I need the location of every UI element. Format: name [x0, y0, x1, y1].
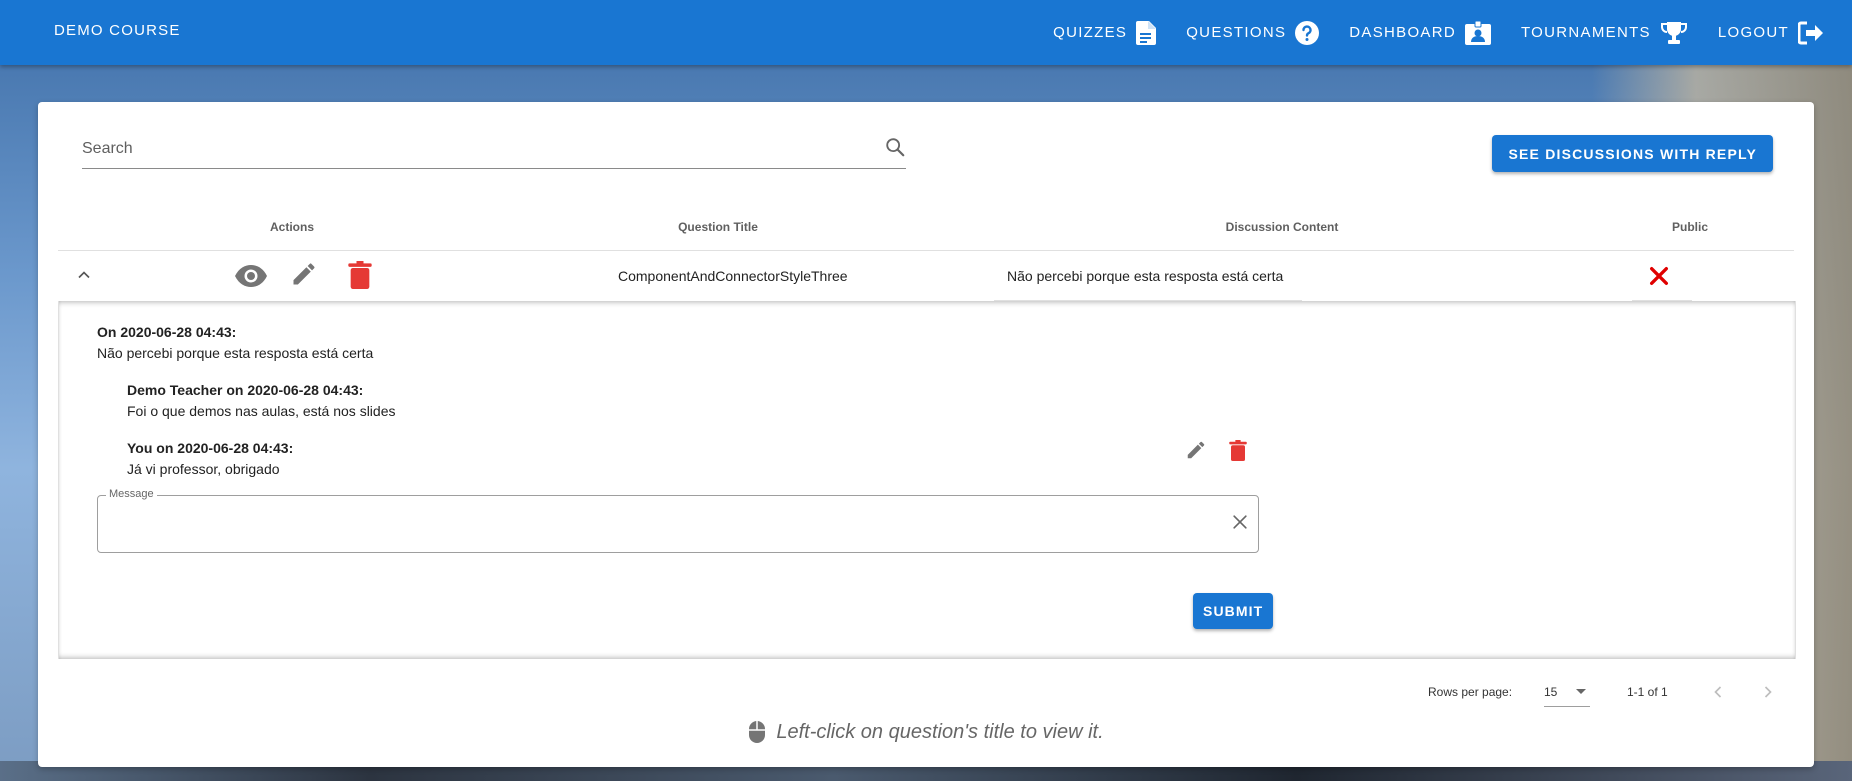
nav-questions-label: QUESTIONS	[1186, 24, 1287, 41]
message-author: You on 2020-06-28 04:43:	[127, 440, 294, 456]
nav-menu: QUIZZES QUESTIONS DASHBOARD TOURNAMENTS …	[1023, 0, 1824, 65]
help-tip: Left-click on question's title to view i…	[38, 720, 1814, 744]
reply-message: Demo Teacher on 2020-06-28 04:43: Foi o …	[127, 380, 396, 422]
previous-page-icon[interactable]	[1708, 682, 1728, 705]
nav-quizzes-label: QUIZZES	[1053, 24, 1128, 41]
discussion-panel: On 2020-06-28 04:43: Não percebi porque …	[58, 301, 1796, 659]
message-author: On 2020-06-28 04:43:	[97, 324, 237, 340]
eye-icon[interactable]	[234, 263, 268, 292]
help-tip-text: Left-click on question's title to view i…	[776, 720, 1104, 743]
submit-button[interactable]: SUBMIT	[1193, 593, 1274, 629]
pagination-range: 1-1 of 1	[1627, 685, 1668, 699]
nav-questions[interactable]: QUESTIONS	[1186, 20, 1320, 45]
see-discussions-with-reply-button[interactable]: SEE DISCUSSIONS WITH REPLY	[1492, 135, 1773, 172]
search-input[interactable]	[82, 134, 862, 164]
reply-message: You on 2020-06-28 04:43: Já vi professor…	[127, 438, 293, 480]
discussion-message: On 2020-06-28 04:43: Não percebi porque …	[97, 322, 373, 364]
question-title-cell[interactable]: ComponentAndConnectorStyleThree	[618, 268, 848, 284]
search-field	[82, 132, 906, 169]
nav-tournaments-label: TOURNAMENTS	[1520, 24, 1651, 41]
message-author: Demo Teacher on 2020-06-28 04:43:	[127, 382, 364, 398]
clear-icon[interactable]	[1230, 512, 1250, 537]
file-document-icon	[1136, 20, 1157, 45]
rows-per-page-label: Rows per page:	[1428, 685, 1513, 699]
header-public[interactable]: Public	[1672, 220, 1708, 234]
message-text: Já vi professor, obrigado	[127, 461, 280, 477]
rows-per-page-select[interactable]: 15	[1544, 674, 1590, 707]
delete-reply-icon[interactable]	[1229, 440, 1247, 466]
table-row: ComponentAndConnectorStyleThree Não perc…	[58, 251, 1794, 301]
header-discussion-content[interactable]: Discussion Content	[1226, 220, 1339, 234]
table-header: Actions Question Title Discussion Conten…	[58, 202, 1794, 251]
nav-dashboard-label: DASHBOARD	[1349, 24, 1456, 41]
next-page-icon[interactable]	[1758, 682, 1778, 705]
help-circle-icon	[1295, 20, 1320, 45]
header-actions[interactable]: Actions	[270, 220, 314, 234]
chevron-up-icon[interactable]	[74, 265, 94, 288]
discussions-card: SEE DISCUSSIONS WITH REPLY Actions Quest…	[38, 102, 1814, 767]
message-field[interactable]: Message	[97, 488, 1259, 553]
edit-reply-pencil-icon[interactable]	[1185, 439, 1207, 466]
nav-logout[interactable]: LOGOUT	[1718, 21, 1824, 45]
header-question-title[interactable]: Question Title	[678, 220, 758, 234]
trophy-icon	[1660, 21, 1688, 45]
pencil-icon[interactable]	[290, 260, 318, 291]
id-card-icon	[1464, 20, 1491, 45]
nav-dashboard[interactable]: DASHBOARD	[1349, 20, 1491, 45]
top-navbar: DEMO COURSE QUIZZES QUESTIONS DASHBOARD …	[0, 0, 1852, 65]
message-text: Foi o que demos nas aulas, está nos slid…	[127, 403, 396, 419]
nav-tournaments[interactable]: TOURNAMENTS	[1521, 21, 1688, 45]
table-footer: Rows per page: 15 1-1 of 1	[58, 674, 1794, 714]
mouse-icon	[748, 720, 766, 744]
message-text: Não percebi porque esta resposta está ce…	[97, 345, 374, 361]
logout-icon	[1798, 21, 1824, 45]
nav-quizzes[interactable]: QUIZZES	[1053, 20, 1157, 45]
rows-per-page-value: 15	[1544, 685, 1558, 699]
message-field-label: Message	[106, 488, 157, 500]
close-icon	[1648, 265, 1670, 290]
discussion-content-cell: Não percebi porque esta resposta está ce…	[1007, 268, 1284, 284]
search-icon[interactable]	[884, 136, 906, 163]
course-title[interactable]: DEMO COURSE	[54, 22, 181, 39]
delete-icon[interactable]	[348, 261, 372, 292]
chevron-down-icon	[1575, 685, 1587, 700]
nav-logout-label: LOGOUT	[1717, 24, 1789, 41]
